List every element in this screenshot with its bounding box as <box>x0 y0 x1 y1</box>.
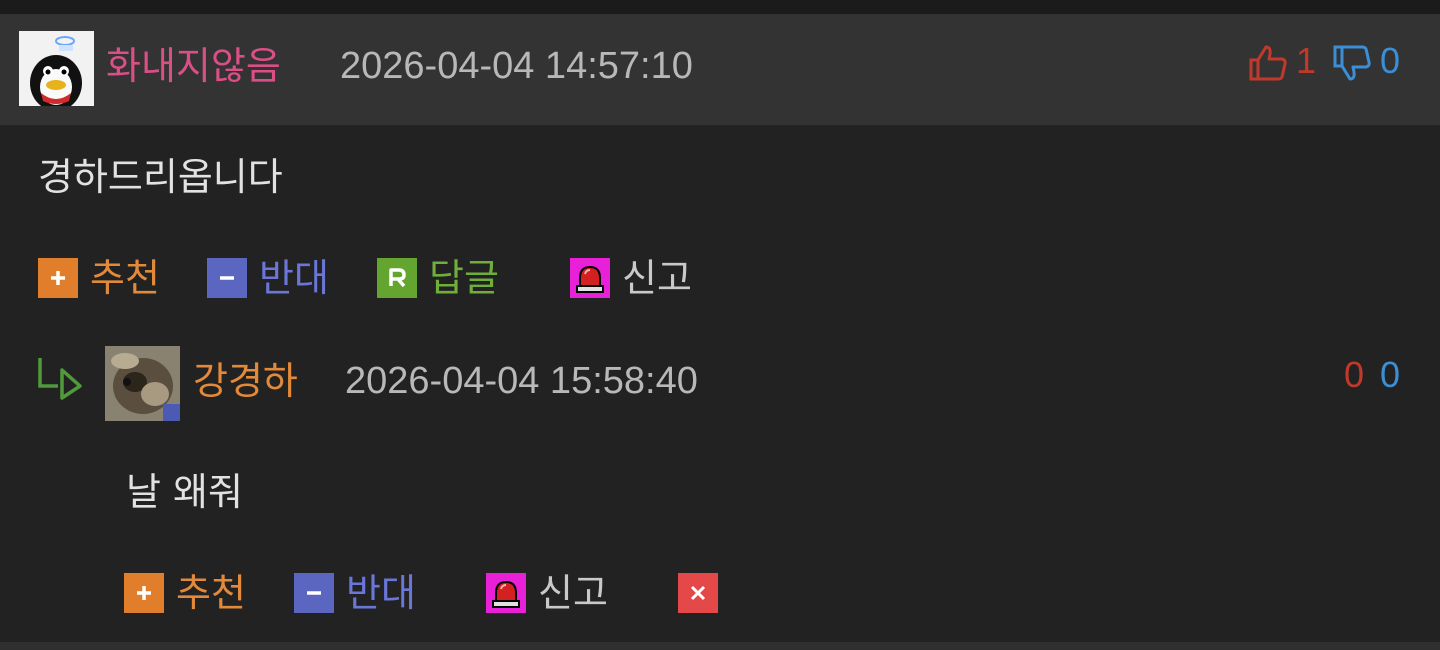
reply-datetime: 2026-04-04 15:58:40 <box>345 360 698 402</box>
report-button[interactable]: 신고 <box>570 256 692 300</box>
reply-dislike-count[interactable]: 0 <box>1380 357 1400 393</box>
reply-report-label: 신고 <box>538 571 608 615</box>
dislike-count: 0 <box>1380 40 1401 81</box>
like-count: 1 <box>1296 40 1317 81</box>
report-label: 신고 <box>622 256 692 300</box>
siren-icon <box>486 573 526 613</box>
reply-report-button[interactable]: 신고 <box>486 571 608 615</box>
plus-icon <box>38 258 78 298</box>
reply-avatar[interactable] <box>105 346 180 421</box>
author-name[interactable]: 화내지않음 <box>106 47 281 85</box>
reply-recommend-button[interactable]: 추천 <box>124 571 246 615</box>
thumbs-down-icon[interactable] <box>1332 44 1372 86</box>
plus-icon <box>124 573 164 613</box>
bottom-separator <box>0 642 1440 650</box>
reply-button[interactable]: 답글 <box>377 256 499 300</box>
reply-arrow-icon <box>36 356 84 404</box>
oppose-label: 반대 <box>259 256 329 300</box>
recommend-label: 추천 <box>90 256 160 300</box>
delete-button[interactable] <box>678 571 730 615</box>
top-separator <box>0 0 1440 14</box>
minus-icon <box>207 258 247 298</box>
siren-icon <box>570 258 610 298</box>
reply-author-name[interactable]: 강경하 <box>193 362 298 400</box>
reply-label: 답글 <box>429 256 499 300</box>
recommend-button[interactable]: 추천 <box>38 256 160 300</box>
avatar[interactable] <box>19 31 94 106</box>
oppose-button[interactable]: 반대 <box>207 256 329 300</box>
reply-text: 날 왜줘 <box>126 470 243 514</box>
minus-icon <box>294 573 334 613</box>
reply-oppose-button[interactable]: 반대 <box>294 571 416 615</box>
reply-r-icon <box>377 258 417 298</box>
reply-recommend-label: 추천 <box>176 571 246 615</box>
reply-like-count[interactable]: 0 <box>1344 357 1364 393</box>
delete-x-icon <box>678 573 718 613</box>
thumbs-up-icon[interactable] <box>1248 44 1288 86</box>
comment-text: 경하드리옵니다 <box>38 155 283 199</box>
reply-oppose-label: 반대 <box>346 571 416 615</box>
comment-header: 화내지않음 2026-04-04 14:57:10 1 0 <box>0 14 1440 125</box>
comment-datetime: 2026-04-04 14:57:10 <box>340 45 693 87</box>
